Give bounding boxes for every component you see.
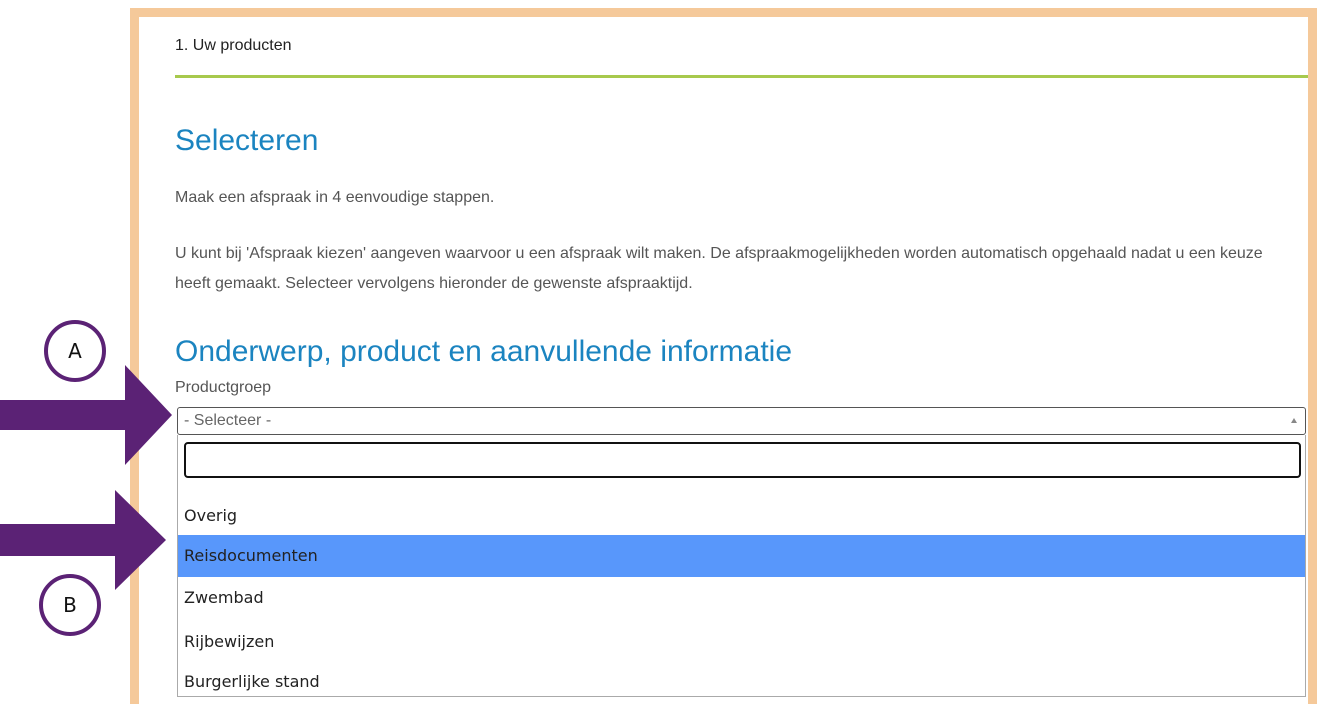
option-burgerlijke-stand[interactable]: Burgerlijke stand — [178, 661, 1305, 703]
productgroep-dropdown: Overig Reisdocumenten Zwembad Rijbewijze… — [177, 435, 1306, 697]
page-frame: 1. Uw producten Selecteren Maak een afsp… — [130, 8, 1317, 704]
instruction-text: U kunt bij 'Afspraak kiezen' aangeven wa… — [175, 245, 1263, 292]
caret-up-icon — [1291, 418, 1297, 423]
productgroep-label: Productgroep — [175, 379, 272, 396]
dropdown-search-input[interactable] — [184, 442, 1301, 478]
step-tab-products[interactable]: 1. Uw producten — [175, 37, 292, 55]
marker-a: A — [44, 320, 106, 382]
select-value: - Selecteer - — [184, 412, 272, 429]
option-overig[interactable]: Overig — [178, 495, 1305, 537]
option-zwembad[interactable]: Zwembad — [178, 577, 1305, 619]
page-title: Selecteren — [175, 124, 319, 157]
marker-b: B — [39, 574, 101, 636]
section-heading: Onderwerp, product en aanvullende inform… — [175, 335, 793, 368]
intro-text: Maak een afspraak in 4 eenvoudige stappe… — [175, 189, 495, 206]
option-reisdocumenten[interactable]: Reisdocumenten — [178, 535, 1305, 577]
step-underline — [175, 75, 1308, 78]
productgroep-select[interactable]: - Selecteer - — [177, 407, 1306, 435]
option-rijbewijzen[interactable]: Rijbewijzen — [178, 621, 1305, 663]
